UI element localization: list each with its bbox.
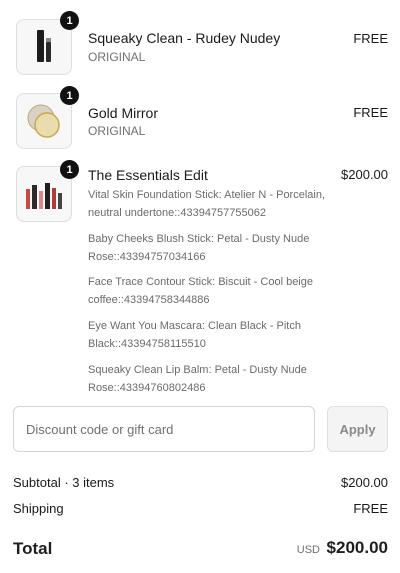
quantity-badge: 1 <box>60 160 79 179</box>
bundle-component: Squeaky Clean Lip Balm: Petal - Dusty Nu… <box>88 364 307 394</box>
total-value: $200.00 <box>326 538 388 557</box>
quantity-badge: 1 <box>60 86 79 105</box>
total-label: Total <box>13 539 53 558</box>
bundle-component: Vital Skin Foundation Stick: Atelier N -… <box>88 189 326 219</box>
subtotal-value: $200.00 <box>341 475 388 490</box>
quantity-badge: 1 <box>60 11 79 30</box>
apply-discount-button[interactable]: Apply <box>327 406 388 452</box>
product-variant: ORIGINAL <box>88 50 146 64</box>
total-currency: USD <box>296 544 320 556</box>
bundle-component: Eye Want You Mascara: Clean Black - Pitc… <box>88 320 301 350</box>
shipping-label: Shipping <box>13 501 64 516</box>
shipping-value: FREE <box>353 501 388 516</box>
product-name: Squeaky Clean - Rudey Nudey <box>88 30 281 46</box>
bundle-component: Face Trace Contour Stick: Biscuit - Cool… <box>88 276 313 306</box>
subtotal-label: Subtotal · 3 items <box>13 475 115 490</box>
product-price: FREE <box>353 105 388 120</box>
product-price: FREE <box>353 31 388 46</box>
product-variant: ORIGINAL <box>88 124 146 138</box>
product-name: Gold Mirror <box>88 105 159 121</box>
product-name: The Essentials Edit <box>88 167 208 183</box>
product-price: $200.00 <box>341 167 388 182</box>
bundle-component: Baby Cheeks Blush Stick: Petal - Dusty N… <box>88 233 310 263</box>
discount-code-input[interactable]: Discount code or gift card <box>13 406 315 452</box>
